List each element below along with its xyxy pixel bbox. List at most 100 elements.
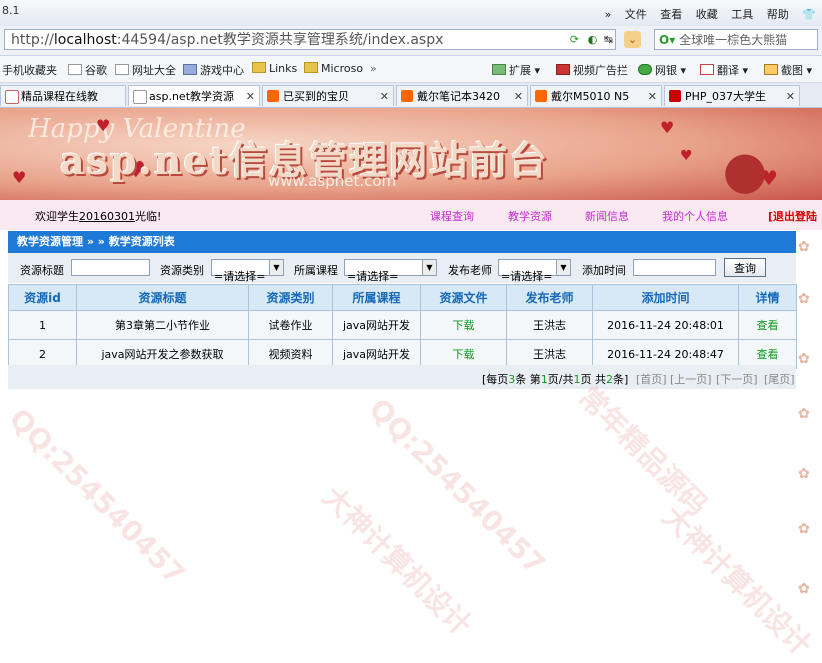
tab-course[interactable]: 精品课程在线教 (0, 85, 126, 106)
menu-help[interactable]: 帮助 (767, 8, 789, 21)
filter-bar: 资源标题 资源类别 =请选择= ▼ 所属课程 =请选择= ▼ 发布老师 =请选择= ▼… (8, 253, 796, 283)
nav-course-query[interactable]: 课程查询 (430, 208, 474, 224)
flower-icon: ✿ (798, 291, 810, 307)
flower-icon: ✿ (798, 239, 810, 255)
type-select[interactable]: =请选择= ▼ (211, 259, 284, 283)
heart-icon: ♥ (12, 168, 27, 187)
fav-urls[interactable]: 网址大全 (115, 62, 176, 78)
resource-table: 资源id 资源标题 资源类别 所属课程 资源文件 发布老师 添加时间 详情 1 … (8, 284, 797, 369)
tab-taobao-bought[interactable]: 已买到的宝贝 ✕ (262, 85, 394, 106)
shirt-icon[interactable]: 👕 (802, 8, 816, 21)
search-button[interactable]: 查询 (724, 258, 766, 277)
tab-dell-3420[interactable]: 戴尔笔记本3420 ✕ (396, 85, 528, 106)
tab-label: 精品课程在线教 (21, 90, 98, 103)
tab-label: 已买到的宝贝 (283, 90, 349, 103)
chevron-down-icon[interactable]: ⌄ (624, 31, 641, 48)
nav-back-forward-icon[interactable]: ↹ (600, 31, 617, 48)
current-page: 1 (540, 373, 548, 386)
tab-label: PHP_037大学生 (685, 90, 767, 103)
download-link[interactable]: 下载 (420, 310, 507, 340)
col-header-title: 资源标题 (76, 284, 249, 311)
next-page-link[interactable]: [下一页] (716, 371, 758, 387)
address-bar-row: http://localhost:44594/asp.net教学资源共享管理系统… (0, 26, 822, 56)
search-engine-icon[interactable]: O▾ (659, 33, 675, 47)
watermark: QQ:254540457 (362, 392, 552, 581)
course-label: 所属课程 (294, 264, 338, 277)
watermark: QQ:254540457 (2, 402, 192, 591)
col-header-detail: 详情 (738, 284, 797, 311)
watermark: 大神计算机设计 (315, 480, 478, 643)
tab-aspnet[interactable]: asp.net教学资源 ✕ (128, 85, 260, 106)
menu-favorites[interactable]: 收藏 (696, 8, 718, 21)
time-label: 添加时间 (582, 264, 626, 277)
url-path: :44594/asp.net教学资源共享管理系统/index.aspx (116, 32, 444, 48)
cell-course: java网站开发 (332, 310, 421, 340)
fav-mobile[interactable]: 手机收藏夹 (2, 62, 57, 78)
teacher-select[interactable]: =请选择= ▼ (498, 259, 571, 283)
heart-icon: ♥ (680, 148, 693, 164)
screenshot-button[interactable]: 截图 ▾ (764, 62, 812, 78)
nav-teaching-resources[interactable]: 教学资源 (508, 208, 552, 224)
pager-text: 页 共 (580, 373, 607, 386)
ext-button[interactable]: 扩展 ▾ (492, 62, 540, 78)
cell-teacher: 王洪志 (506, 310, 593, 340)
tab-dell-m5010[interactable]: 戴尔M5010 N5 ✕ (530, 85, 662, 106)
pager-text: 条] (613, 373, 629, 386)
adblock-button[interactable]: 视频广告拦 (556, 62, 628, 78)
url-prefix: http:// (11, 32, 54, 48)
fav-links[interactable]: Links (252, 62, 297, 75)
col-header-time: 添加时间 (592, 284, 739, 311)
cell-type: 试卷作业 (248, 310, 333, 340)
menu-more[interactable]: » (605, 8, 612, 21)
last-page-link[interactable]: [尾页] (764, 371, 795, 387)
fav-more[interactable]: » (370, 62, 377, 75)
search-input[interactable]: O▾ 全球唯一棕色大熊猫 (654, 29, 818, 50)
logout-link[interactable]: [退出登陆 (768, 208, 817, 224)
pager-text: 页/共 (547, 373, 574, 386)
nav-news[interactable]: 新闻信息 (585, 208, 629, 224)
compat-icon[interactable]: ◐ (584, 31, 601, 48)
close-icon[interactable]: ✕ (514, 86, 523, 106)
page-icon (115, 64, 129, 75)
menu-tools[interactable]: 工具 (731, 8, 753, 21)
breadcrumb: 教学资源管理 » » 教学资源列表 (8, 231, 796, 253)
close-icon[interactable]: ✕ (786, 86, 795, 106)
title-input[interactable] (71, 259, 150, 276)
fav-games[interactable]: 游戏中心 (183, 62, 244, 78)
page-icon (133, 90, 147, 104)
course-select[interactable]: =请选择= ▼ (344, 259, 437, 283)
title-label: 资源标题 (20, 264, 64, 277)
table-header-row: 资源id 资源标题 资源类别 所属课程 资源文件 发布老师 添加时间 详情 (8, 284, 797, 311)
nav-my-info[interactable]: 我的个人信息 (662, 208, 728, 224)
close-icon[interactable]: ✕ (246, 86, 255, 106)
page-icon (5, 90, 19, 104)
address-bar[interactable]: http://localhost:44594/asp.net教学资源共享管理系统… (4, 29, 616, 50)
view-link[interactable]: 查看 (738, 310, 797, 340)
pagination-summary: [每页3条 第1页/共1页 共2条] (482, 371, 628, 387)
menu-file[interactable]: 文件 (625, 8, 647, 21)
tab-php[interactable]: PHP_037大学生 ✕ (664, 85, 800, 106)
pagination: [每页3条 第1页/共1页 共2条] [首页] [上一页] [下一页] [尾页] (8, 365, 796, 389)
time-input[interactable] (633, 259, 716, 276)
browser-menu-bar: » 文件 查看 收藏 工具 帮助 👕 (595, 6, 816, 22)
cell-time: 2016-11-24 20:48:01 (592, 310, 739, 340)
cell-title: 第3章第二小节作业 (76, 310, 249, 340)
student-id: 20160301 (79, 210, 135, 223)
flag-icon (669, 90, 681, 102)
close-icon[interactable]: ✕ (648, 86, 657, 106)
welcome-prefix: 欢迎学生 (35, 210, 79, 223)
close-icon[interactable]: ✕ (380, 86, 389, 106)
fav-microsoft[interactable]: Microso (304, 62, 363, 75)
bank-button[interactable]: 网银 ▾ (638, 62, 686, 78)
couple-illustration (700, 128, 790, 194)
menu-view[interactable]: 查看 (660, 8, 682, 21)
tab-label: 戴尔笔记本3420 (417, 90, 500, 103)
taobao-icon (535, 90, 547, 102)
scissors-icon (764, 64, 778, 75)
prev-page-link[interactable]: [上一页] (670, 371, 712, 387)
translate-button[interactable]: 翻译 ▾ (700, 62, 748, 78)
fav-google[interactable]: 谷歌 (68, 62, 107, 78)
refresh-icon[interactable]: ⟳ (566, 31, 583, 48)
total-pages: 1 (573, 373, 581, 386)
first-page-link[interactable]: [首页] (636, 371, 667, 387)
